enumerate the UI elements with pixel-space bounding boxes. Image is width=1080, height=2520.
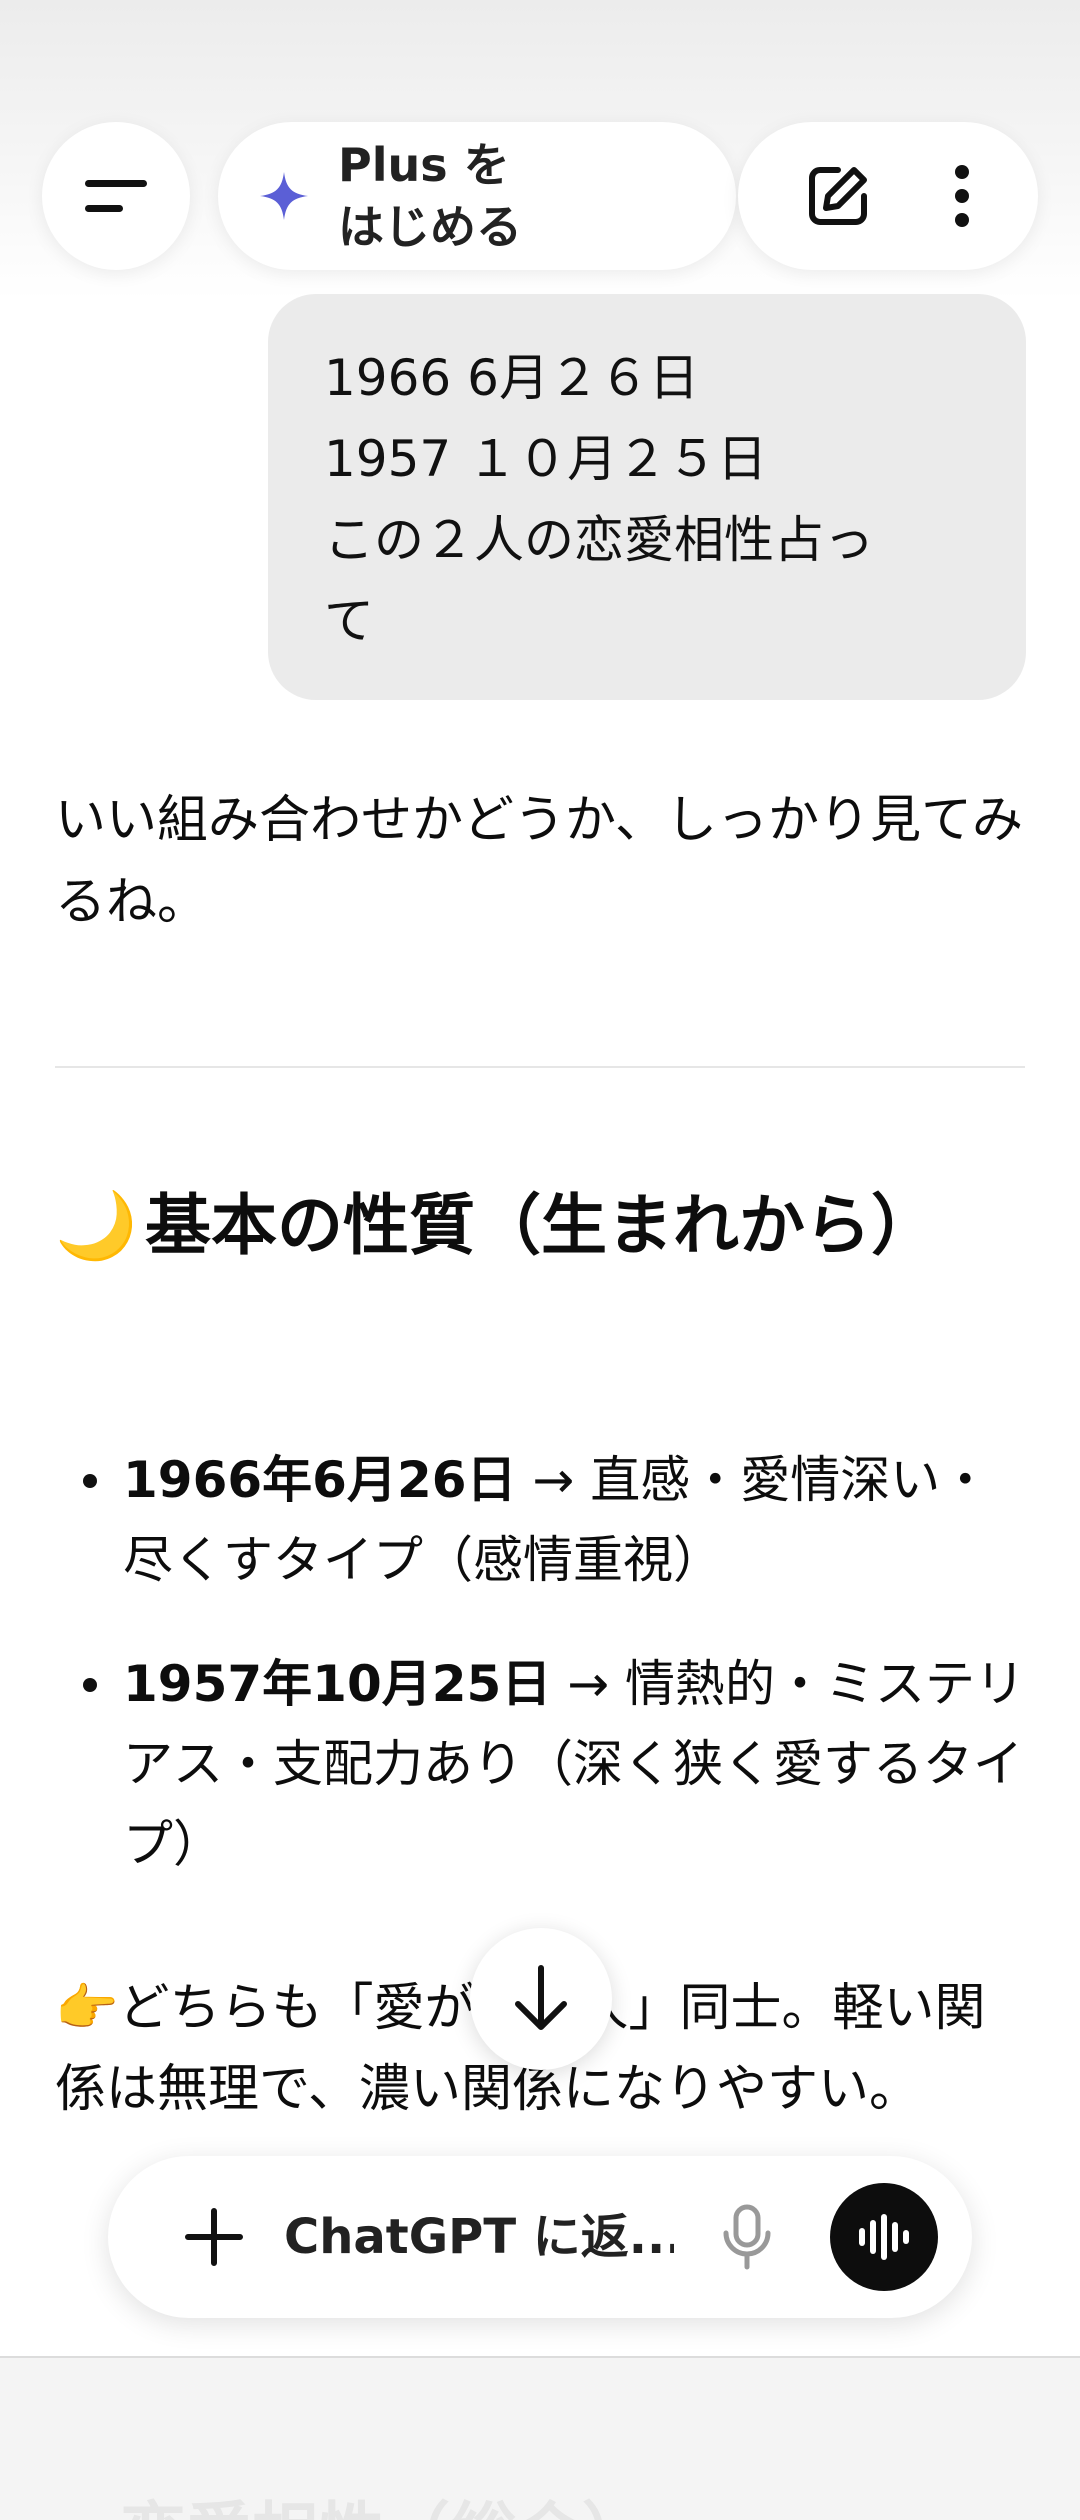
sparkle-icon (258, 170, 310, 222)
message-composer (108, 2156, 972, 2318)
trait-list: 1966年6月26日 → 直感・愛情深い・尽くすタイプ（感情重視） 1957年1… (55, 1440, 1035, 1928)
bottom-area: 恋愛相性（総合） (0, 2356, 1080, 2520)
bullet-date: 1957年10月25日 (123, 1655, 552, 1713)
arrow-down-icon (510, 1964, 572, 2034)
bullet-date: 1966年6月26日 (123, 1451, 517, 1509)
next-section-heading: 恋愛相性（総合） (120, 2480, 648, 2520)
menu-icon (83, 176, 149, 216)
user-message-bubble: 1966 6月２６日 1957 １０月２５日 この２人の恋愛相性占っ て (268, 294, 1026, 700)
list-item: 1966年6月26日 → 直感・愛情深い・尽くすタイプ（感情重視） (55, 1440, 1035, 1600)
message-input[interactable] (284, 2209, 674, 2265)
edit-icon[interactable] (804, 162, 872, 230)
user-message-line: 1957 １０月２５日 (324, 430, 768, 488)
mic-icon (720, 2203, 774, 2271)
dictation-button[interactable] (702, 2177, 792, 2297)
list-item: 1957年10月25日 → 情熱的・ミステリアス・支配力あり（深く狭く愛するタイ… (55, 1644, 1035, 1884)
moon-emoji-icon: 🌙 (55, 1187, 138, 1264)
menu-button[interactable] (42, 122, 190, 270)
user-message-line: この２人の恋愛相性占っ (324, 511, 874, 569)
add-attachment-button[interactable] (154, 2177, 274, 2297)
upgrade-plus-label-line1: Plus を (338, 138, 510, 192)
section-heading: 🌙 基本の性質（生まれから） (55, 1186, 955, 1266)
upgrade-plus-button[interactable]: Plus を はじめる (218, 122, 736, 270)
scroll-to-bottom-button[interactable] (470, 1928, 612, 2070)
upgrade-plus-label-line2: はじめる (338, 200, 522, 254)
user-message-line: て (324, 592, 374, 650)
user-message-line: 1966 6月２６日 (324, 349, 699, 407)
more-vertical-icon[interactable] (952, 162, 972, 230)
section-title: 基本の性質（生まれから） (145, 1187, 937, 1264)
voice-wave-icon (856, 2213, 912, 2261)
top-bar: Plus を はじめる (0, 0, 1080, 300)
assistant-intro: いい組み合わせかどうか、しっかり見てみるね。 (55, 791, 1023, 932)
voice-mode-button[interactable] (830, 2183, 938, 2291)
upgrade-plus-label: Plus を はじめる (338, 134, 522, 258)
header-actions (738, 122, 1038, 270)
plus-icon (184, 2207, 244, 2267)
pointing-hand-icon: 👉 (55, 1979, 119, 2038)
divider (55, 1066, 1025, 1068)
